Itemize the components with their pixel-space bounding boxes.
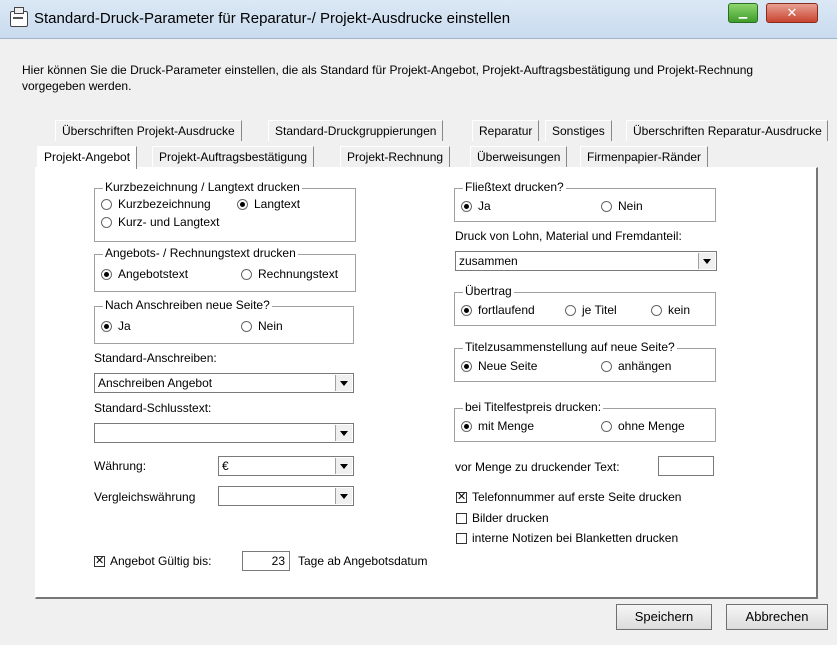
radio-angebotstext[interactable]: Angebotstext xyxy=(101,267,188,281)
radio-fortlaufend[interactable]: fortlaufend xyxy=(461,303,535,317)
radio-rechnungstext[interactable]: Rechnungstext xyxy=(241,267,338,281)
select-vergleichswaehrung[interactable] xyxy=(218,486,354,506)
group-legend: bei Titelfestpreis drucken: xyxy=(463,400,604,414)
group-fliesstext: Fließtext drucken? Ja Nein xyxy=(454,180,716,222)
radio-circle xyxy=(241,320,252,332)
title-bar: Standard-Druck-Parameter für Reparatur-/… xyxy=(0,0,837,39)
radio-circle xyxy=(101,216,112,228)
radio-circle-checked xyxy=(461,200,472,212)
checkbox-checked: ✕ xyxy=(456,490,467,503)
radio-circle xyxy=(101,198,112,210)
window-title: Standard-Druck-Parameter für Reparatur-/… xyxy=(34,10,511,27)
group-legend: Fließtext drucken? xyxy=(463,180,566,194)
radio-circle xyxy=(601,200,612,212)
radio-fliesstext-nein[interactable]: Nein xyxy=(601,199,643,213)
label-waehrung: Währung: xyxy=(94,459,147,473)
radio-circle-checked xyxy=(101,268,112,280)
chevron-down-icon[interactable] xyxy=(335,458,352,474)
input-gueltig-tage[interactable]: 23 xyxy=(242,551,290,571)
group-titelzusammenstellung: Titelzusammenstellung auf neue Seite? Ne… xyxy=(454,340,716,382)
radio-circle-checked xyxy=(237,198,248,210)
printer-icon xyxy=(10,7,28,27)
group-kurzbezeichnung: Kurzbezeichnung / Langtext drucken Kurzb… xyxy=(94,180,356,242)
tab-panel: Kurzbezeichnung / Langtext drucken Kurzb… xyxy=(35,167,818,599)
description-text: Hier können Sie die Druck-Parameter eins… xyxy=(22,63,754,93)
radio-neue-seite-nein[interactable]: Nein xyxy=(241,319,283,333)
group-legend: Titelzusammenstellung auf neue Seite? xyxy=(463,340,677,354)
group-neue-seite: Nach Anschreiben neue Seite? Ja Nein xyxy=(94,298,354,344)
group-legend: Angebots- / Rechnungstext drucken xyxy=(103,246,298,260)
radio-circle xyxy=(241,268,252,280)
chevron-down-icon[interactable] xyxy=(698,253,715,269)
radio-kein[interactable]: kein xyxy=(651,303,690,317)
radio-circle-checked xyxy=(101,320,112,332)
label-tage-ab-angebotsdatum: Tage ab Angebotsdatum xyxy=(298,554,428,568)
tab-ueberweisungen[interactable]: Überweisungen xyxy=(470,146,568,167)
checkbox-angebot-gueltig[interactable]: ✕ Angebot Gültig bis: xyxy=(94,554,211,568)
radio-circle xyxy=(601,420,612,432)
radio-circle-checked xyxy=(461,360,472,372)
select-druck-lohn[interactable]: zusammen xyxy=(455,251,717,271)
checkbox-bilder[interactable]: Bilder drucken xyxy=(456,511,549,525)
tab-reparatur[interactable]: Reparatur xyxy=(472,120,540,141)
tab-auftragsbestaetigung[interactable]: Projekt-Auftragsbestätigung xyxy=(152,146,315,167)
radio-neue-seite[interactable]: Neue Seite xyxy=(461,359,537,373)
radio-langtext[interactable]: Langtext xyxy=(237,197,300,211)
label-vor-menge: vor Menge zu druckender Text: xyxy=(455,460,620,474)
radio-kurzbezeichnung[interactable]: Kurzbezeichnung xyxy=(101,197,211,211)
chevron-down-icon[interactable] xyxy=(335,425,352,441)
tab-druckgruppierungen[interactable]: Standard-Druckgruppierungen xyxy=(268,120,444,141)
checkbox-interne-notizen[interactable]: interne Notizen bei Blanketten drucken xyxy=(456,531,678,545)
select-waehrung[interactable]: € xyxy=(218,456,354,476)
chevron-down-icon[interactable] xyxy=(335,375,352,391)
label-vergleichswaehrung: Vergleichswährung xyxy=(94,490,196,504)
input-vor-menge[interactable] xyxy=(658,456,714,476)
group-legend: Nach Anschreiben neue Seite? xyxy=(103,298,272,312)
radio-anhaengen[interactable]: anhängen xyxy=(601,359,671,373)
radio-fliesstext-ja[interactable]: Ja xyxy=(461,199,491,213)
tab-firmenpapier-raender[interactable]: Firmenpapier-Ränder xyxy=(580,146,709,167)
radio-kurz-und-langtext[interactable]: Kurz- und Langtext xyxy=(101,215,219,229)
tab-sonstiges[interactable]: Sonstiges xyxy=(545,120,612,141)
label-standard-schlusstext: Standard-Schlusstext: xyxy=(94,401,212,415)
minimize-button[interactable]: ▁ xyxy=(728,3,758,23)
tab-projekt-angebot[interactable]: Projekt-Angebot xyxy=(37,146,138,169)
checkbox-checked: ✕ xyxy=(94,554,105,567)
radio-circle xyxy=(601,360,612,372)
tab-ueberschriften-projekt[interactable]: Überschriften Projekt-Ausdrucke xyxy=(55,120,242,141)
checkbox-telefonnummer[interactable]: ✕ Telefonnummer auf erste Seite drucken xyxy=(456,490,681,504)
group-legend: Übertrag xyxy=(463,284,514,298)
radio-neue-seite-ja[interactable]: Ja xyxy=(101,319,131,333)
radio-circle-checked xyxy=(461,420,472,432)
radio-circle xyxy=(651,304,662,316)
close-button[interactable]: ✕ xyxy=(766,3,818,23)
radio-ohne-menge[interactable]: ohne Menge xyxy=(601,419,685,433)
group-uebertrag: Übertrag fortlaufend je Titel kein xyxy=(454,284,716,326)
group-titelfestpreis: bei Titelfestpreis drucken: mit Menge oh… xyxy=(454,400,716,442)
chevron-down-icon[interactable] xyxy=(335,488,352,504)
tab-projekt-rechnung[interactable]: Projekt-Rechnung xyxy=(340,146,451,167)
radio-circle xyxy=(565,304,576,316)
cancel-button[interactable]: Abbrechen xyxy=(726,604,828,630)
radio-mit-menge[interactable]: mit Menge xyxy=(461,419,534,433)
radio-je-titel[interactable]: je Titel xyxy=(565,303,617,317)
label-standard-anschreiben: Standard-Anschreiben: xyxy=(94,351,217,365)
group-legend: Kurzbezeichnung / Langtext drucken xyxy=(103,180,302,194)
select-standard-anschreiben[interactable]: Anschreiben Angebot xyxy=(94,373,354,393)
group-angebotstext: Angebots- / Rechnungstext drucken Angebo… xyxy=(94,246,356,292)
select-standard-schlusstext[interactable] xyxy=(94,423,354,443)
label-druck-lohn: Druck von Lohn, Material und Fremdanteil… xyxy=(455,229,682,243)
save-button[interactable]: Speichern xyxy=(616,604,712,630)
checkbox-unchecked xyxy=(456,512,467,524)
tab-ueberschriften-reparatur[interactable]: Überschriften Reparatur-Ausdrucke xyxy=(626,120,828,141)
radio-circle-checked xyxy=(461,304,472,316)
checkbox-unchecked xyxy=(456,532,467,544)
